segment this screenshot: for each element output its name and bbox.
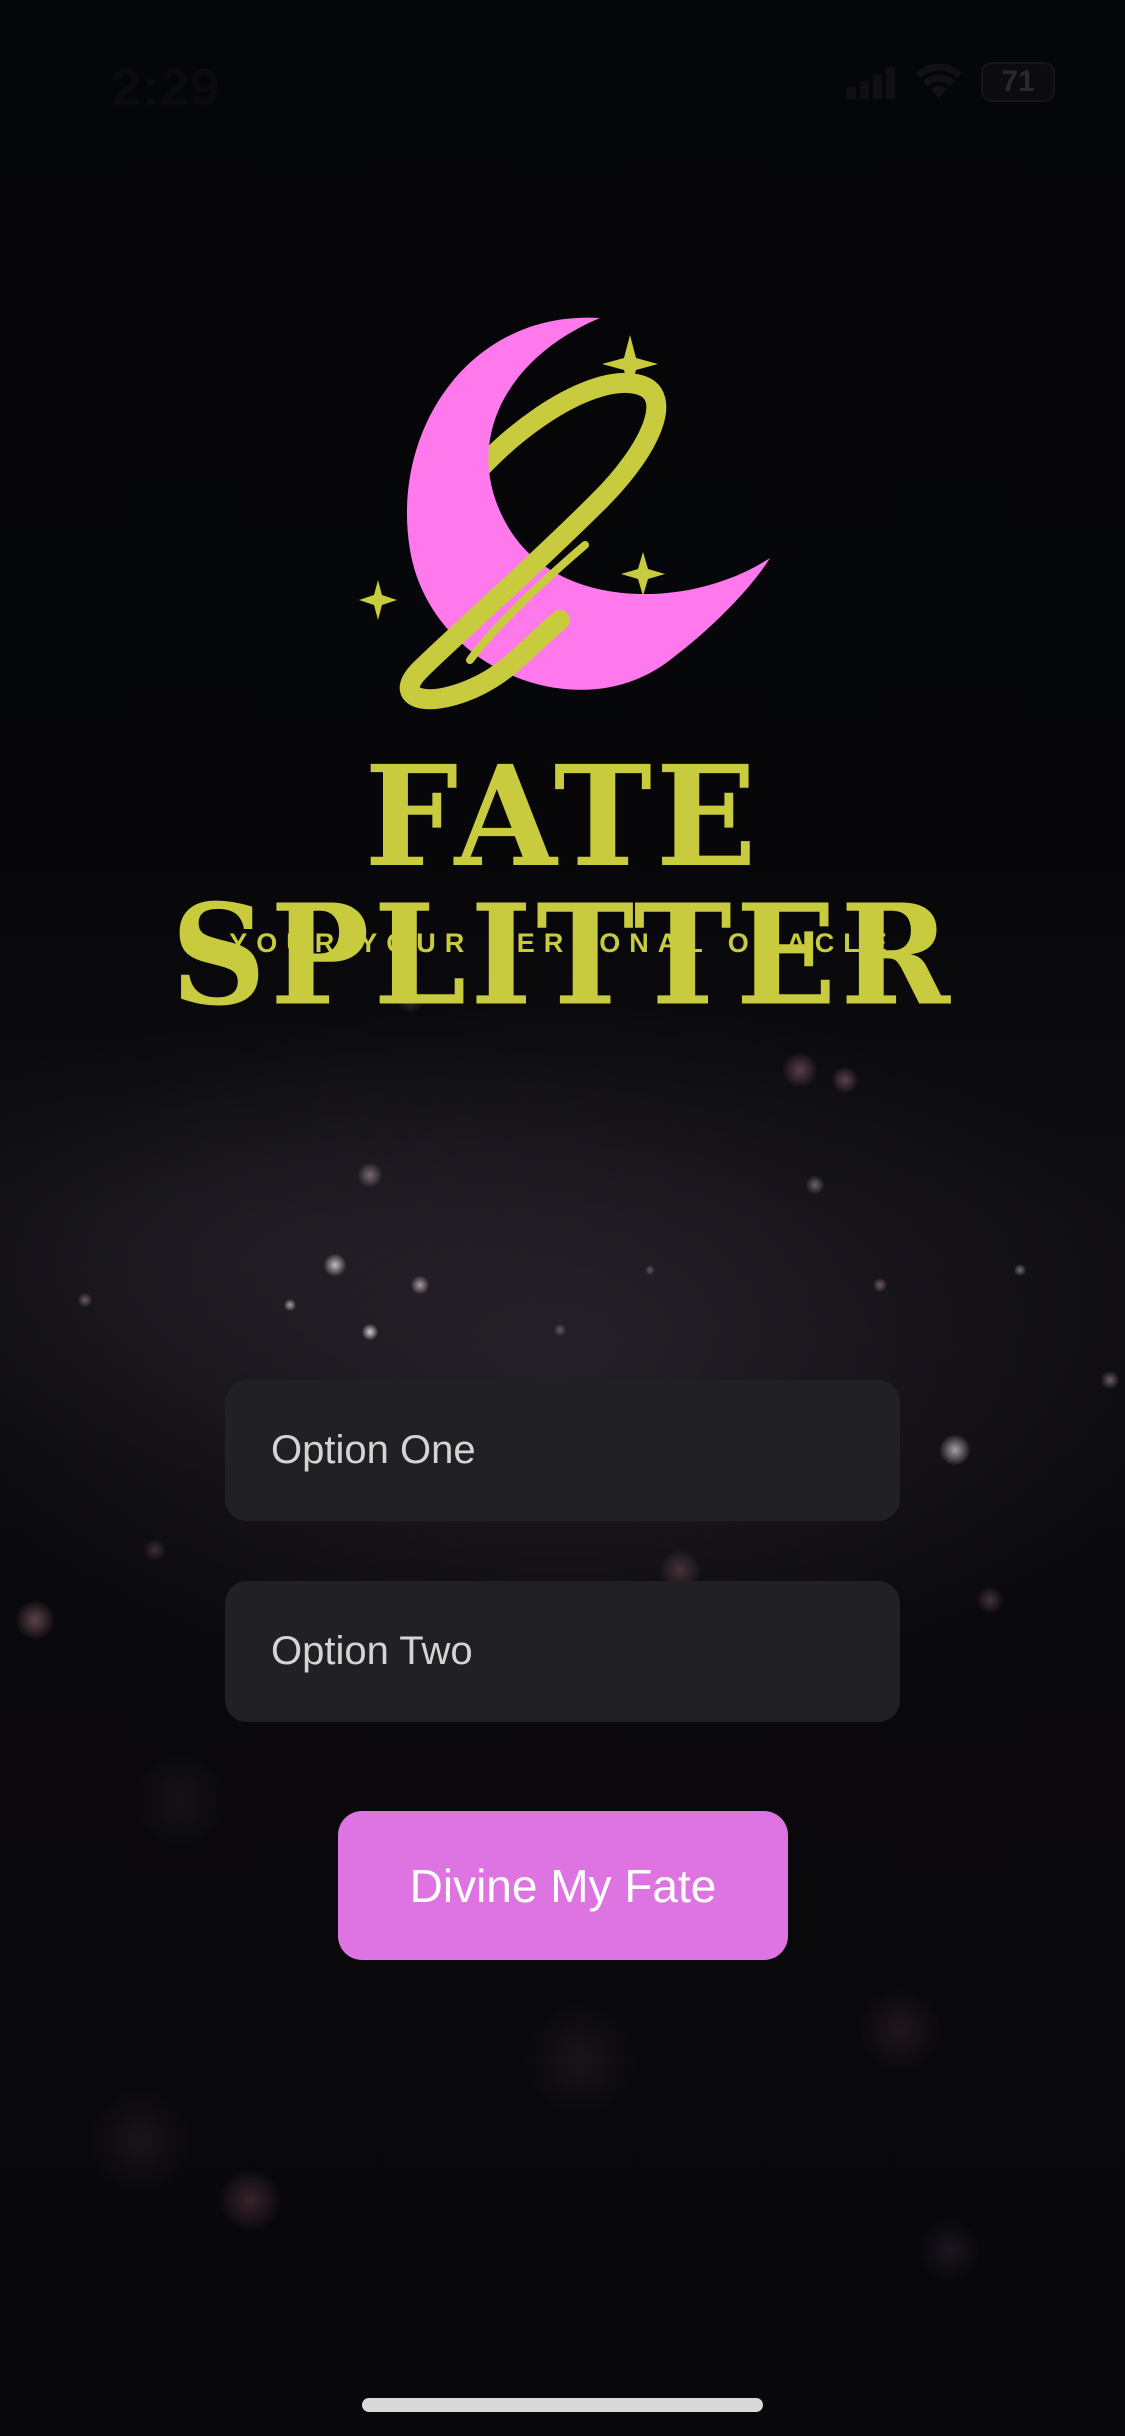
glitter-sparkle [284, 1299, 296, 1311]
star-icon [359, 580, 397, 620]
glitter-sparkle [1101, 1371, 1119, 1389]
glitter-sparkle [832, 1067, 858, 1093]
star-icon [621, 552, 665, 596]
divine-my-fate-button[interactable]: Divine My Fate [338, 1811, 788, 1960]
glitter-sparkle [78, 1293, 92, 1307]
signal-icon [847, 67, 895, 99]
battery-level: 71 [1001, 65, 1035, 98]
glitter-sparkle [220, 2170, 280, 2230]
glitter-sparkle [806, 1176, 824, 1194]
glitter-sparkle [920, 2220, 980, 2280]
glitter-sparkle [783, 1053, 817, 1087]
glitter-sparkle [873, 1278, 887, 1292]
glitter-sparkle [16, 1601, 54, 1639]
moon-planet-stars-logo [359, 317, 770, 710]
glitter-sparkle [977, 1587, 1003, 1613]
app-title: FATE SPLITTER [170, 735, 955, 1038]
glitter-sparkle [358, 1163, 382, 1187]
battery-icon: 71 [981, 62, 1055, 102]
home-indicator[interactable] [362, 2398, 763, 2412]
glitter-sparkle [645, 1265, 655, 1275]
wifi-icon [916, 64, 962, 98]
app-tagline: YOUR YOUR PERSONAL ORACLE [229, 928, 896, 958]
glitter-sparkle [362, 1324, 378, 1340]
option-two-input[interactable] [225, 1581, 900, 1722]
status-time: 2:29 [112, 59, 221, 117]
glitter-sparkle [90, 2090, 190, 2190]
glitter-sparkle [144, 1539, 166, 1561]
divine-button-label: Divine My Fate [409, 1859, 717, 1912]
glitter-sparkle [1014, 1264, 1026, 1276]
status-icons: 71 [847, 62, 1055, 102]
glitter-sparkle [940, 1435, 970, 1465]
glitter-sparkle [324, 1254, 346, 1276]
glitter-sparkle [135, 1755, 225, 1845]
option-one-input[interactable] [225, 1380, 900, 1521]
glitter-sparkle [411, 1276, 429, 1294]
glitter-sparkle [554, 1324, 566, 1336]
glitter-sparkle [860, 1990, 940, 2070]
glitter-sparkle [525, 2005, 635, 2115]
status-bar: 2:29 71 [0, 0, 1125, 150]
